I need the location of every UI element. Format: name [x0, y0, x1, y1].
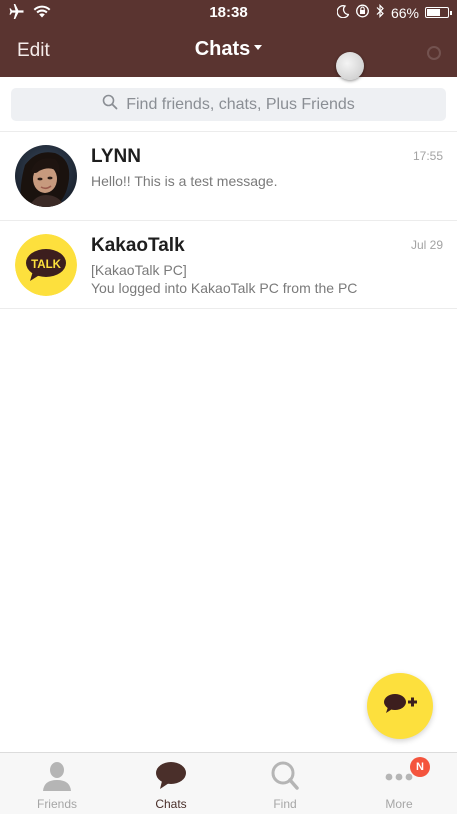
- battery-icon: [425, 7, 452, 18]
- new-chat-icon: [382, 691, 418, 722]
- new-chat-button[interactable]: [367, 673, 433, 739]
- tab-label: Friends: [36, 797, 77, 811]
- moon-icon: [336, 4, 350, 21]
- chevron-down-icon: [254, 45, 263, 51]
- search-icon: [228, 760, 342, 792]
- battery-fill: [427, 9, 440, 16]
- chat-row-kakaotalk[interactable]: TALK KakaoTalk Jul 29 [KakaoTalk PC] You…: [0, 220, 457, 309]
- tab-find[interactable]: Find: [228, 753, 342, 814]
- chat-message-line1: [KakaoTalk PC]: [91, 262, 187, 278]
- chat-bubble-icon: [114, 760, 228, 792]
- chats-title-dropdown[interactable]: Chats: [0, 38, 457, 61]
- battery-percent: 66%: [390, 4, 419, 21]
- search-placeholder: Find friends, chats, Plus Friends: [126, 95, 355, 113]
- tab-label: Chats: [155, 797, 187, 811]
- search-input[interactable]: Find friends, chats, Plus Friends: [11, 88, 446, 121]
- tab-chats[interactable]: Chats: [114, 753, 228, 814]
- screen: 18:38 66% Edit Chats Find friends, chats…: [0, 0, 457, 814]
- avatar: [15, 145, 77, 207]
- touch-indicator: [336, 52, 364, 80]
- chat-message: Hello!! This is a test message.: [91, 172, 277, 190]
- chat-message-text: Hello!! This is a test message.: [91, 173, 278, 189]
- divider: [0, 308, 457, 309]
- chat-name: KakaoTalk: [91, 235, 185, 256]
- chat-time: 17:55: [412, 149, 443, 163]
- status-right: 66%: [336, 4, 452, 21]
- chat-message: [KakaoTalk PC] You logged into KakaoTalk…: [91, 261, 357, 297]
- tab-label: More: [385, 797, 413, 811]
- page-title: Chats: [194, 38, 251, 60]
- more-dots-icon: [342, 760, 456, 792]
- status-bar: 18:38 66%: [0, 0, 457, 26]
- kakaotalk-avatar: TALK: [15, 234, 77, 296]
- settings-icon[interactable]: [425, 44, 443, 62]
- chat-time: Jul 29: [410, 238, 443, 252]
- orientation-lock-icon: [355, 4, 370, 21]
- tab-more[interactable]: More: [342, 753, 456, 814]
- person-icon: [0, 760, 114, 792]
- tab-friends[interactable]: Friends: [0, 753, 114, 814]
- chat-message-line2: You logged into KakaoTalk PC from the PC: [91, 280, 358, 296]
- notification-badge: N: [410, 757, 430, 777]
- tab-bar: Friends Chats Find More: [0, 752, 457, 814]
- tab-label: Find: [273, 797, 297, 811]
- chat-row-lynn[interactable]: LYNN 17:55 Hello!! This is a test messag…: [0, 132, 457, 219]
- kakaotalk-logo-text: TALK: [31, 259, 62, 271]
- search-icon: [102, 94, 118, 115]
- search-bar: Find friends, chats, Plus Friends: [0, 77, 457, 132]
- chat-name: LYNN: [91, 146, 141, 167]
- bluetooth-icon: [376, 4, 385, 21]
- header: 18:38 66% Edit Chats: [0, 0, 457, 77]
